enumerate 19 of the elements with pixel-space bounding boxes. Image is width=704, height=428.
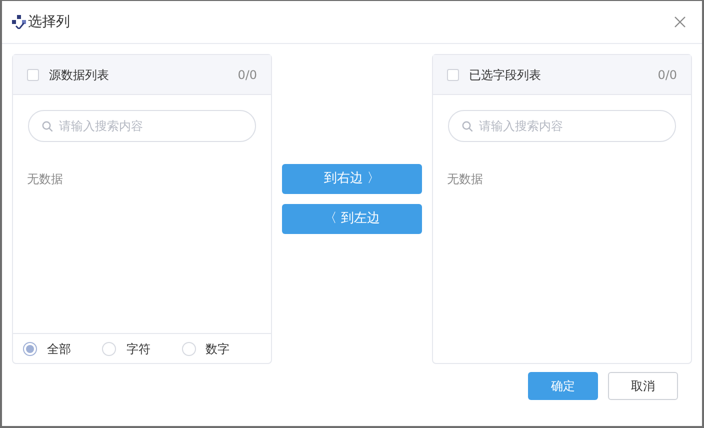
panel-title: 源数据列表 bbox=[49, 66, 109, 84]
item-count: 0/0 bbox=[658, 66, 677, 84]
empty-text: 无数据 bbox=[447, 171, 484, 188]
item-count: 0/0 bbox=[238, 66, 257, 84]
cancel-button[interactable]: 取消 bbox=[608, 372, 678, 400]
checkbox[interactable] bbox=[447, 68, 459, 80]
empty-text: 无数据 bbox=[27, 171, 64, 188]
checkbox[interactable] bbox=[27, 68, 39, 80]
app-icon bbox=[12, 15, 26, 29]
search-icon bbox=[462, 121, 473, 132]
window-title: 选择列 bbox=[28, 12, 70, 32]
panel-title: 已选字段列表 bbox=[469, 66, 541, 84]
radio-option[interactable]: 数字 bbox=[182, 340, 261, 358]
radio-option[interactable]: 全部 bbox=[23, 340, 102, 358]
search-field[interactable]: 请输入搜索内容 bbox=[28, 110, 256, 142]
close-icon[interactable] bbox=[674, 16, 686, 28]
search-field[interactable]: 请输入搜索内容 bbox=[448, 110, 676, 142]
search-icon bbox=[42, 121, 53, 132]
radio-option[interactable]: 字符 bbox=[102, 340, 182, 358]
